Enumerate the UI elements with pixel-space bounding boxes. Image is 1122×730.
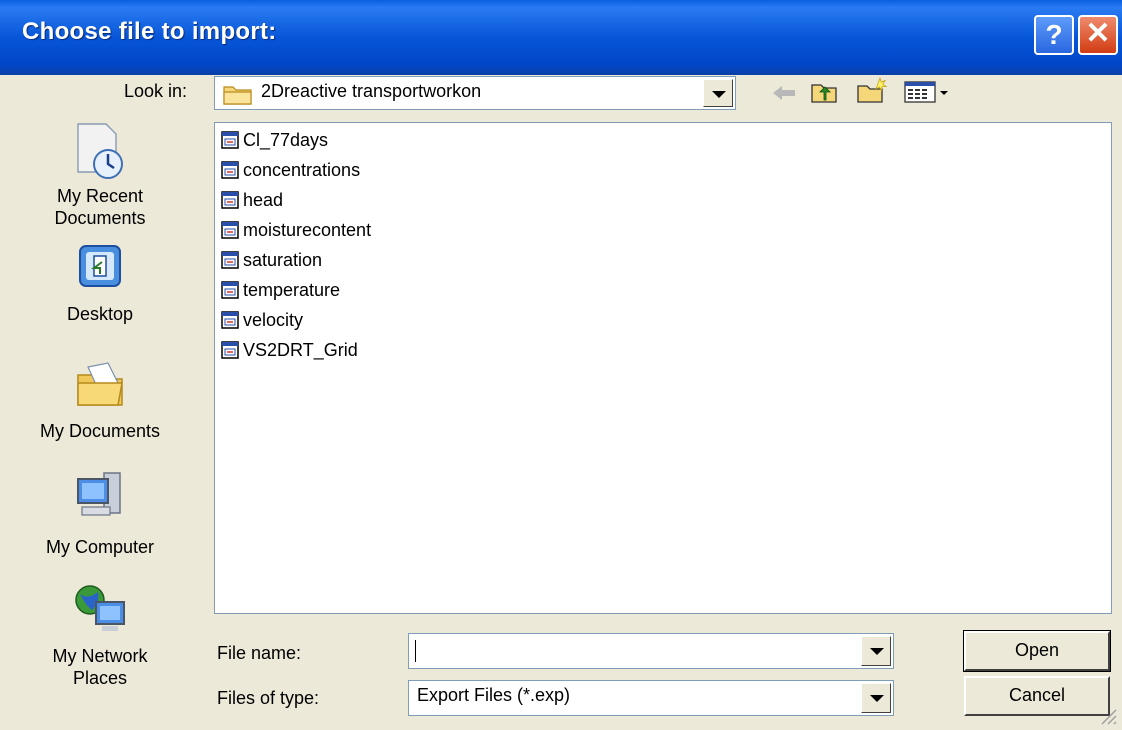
place-label: My Documents — [39, 421, 161, 441]
place-my-computer[interactable]: My Computer — [0, 467, 200, 558]
file-name: Cl_77days — [243, 129, 329, 150]
places-bar: My Recent Documents Desktop My Documents… — [0, 112, 200, 712]
exp-file-icon — [221, 221, 239, 239]
network-places-icon — [75, 585, 125, 631]
exp-file-icon — [221, 311, 239, 329]
place-desktop[interactable]: Desktop — [0, 240, 200, 325]
place-label: Documents — [54, 208, 146, 228]
help-icon: ? — [1045, 19, 1063, 50]
filetype-value: Export Files (*.exp) — [417, 685, 571, 705]
help-button[interactable]: ? — [1034, 15, 1074, 55]
lookin-dropdown-button[interactable] — [703, 79, 733, 107]
file-list[interactable]: Cl_77days concentrations head moistureco… — [214, 122, 1112, 614]
exp-file-icon — [221, 131, 239, 149]
filetype-label: Files of type: — [217, 688, 320, 708]
view-menu-icon[interactable] — [904, 80, 956, 104]
file-item[interactable]: velocity — [221, 305, 303, 335]
desktop-icon — [79, 245, 121, 287]
resize-grip-icon[interactable] — [1096, 704, 1118, 726]
dialog-title: Choose file to import: — [22, 18, 277, 45]
place-label: My Recent — [56, 186, 144, 206]
my-documents-icon — [77, 362, 123, 406]
place-label: Places — [72, 668, 128, 688]
back-arrow-icon[interactable] — [770, 82, 798, 104]
place-my-documents[interactable]: My Documents — [0, 357, 200, 442]
file-name: saturation — [243, 249, 323, 270]
place-network-places[interactable]: My Network Places — [0, 580, 200, 689]
file-name: velocity — [243, 309, 304, 330]
lookin-label: Look in: — [124, 81, 188, 101]
file-item[interactable]: Cl_77days — [221, 125, 328, 155]
close-icon: ✕ — [1085, 17, 1111, 50]
place-label: My Network — [52, 646, 148, 666]
cancel-button[interactable]: Cancel — [964, 676, 1110, 716]
exp-file-icon — [221, 191, 239, 209]
file-item[interactable]: head — [221, 185, 283, 215]
exp-file-icon — [221, 281, 239, 299]
my-computer-icon — [77, 472, 121, 516]
file-name: concentrations — [243, 159, 361, 180]
file-item[interactable]: VS2DRT_Grid — [221, 335, 358, 365]
open-button[interactable]: Open — [963, 630, 1111, 672]
file-item[interactable]: moisturecontent — [221, 215, 371, 245]
file-name: head — [243, 189, 284, 210]
exp-file-icon — [221, 341, 239, 359]
filename-input[interactable] — [408, 633, 894, 669]
place-recent-documents[interactable]: My Recent Documents — [0, 120, 200, 229]
file-name: VS2DRT_Grid — [243, 339, 358, 360]
file-item[interactable]: concentrations — [221, 155, 360, 185]
new-folder-icon[interactable] — [856, 76, 888, 104]
place-label: Desktop — [66, 304, 134, 324]
place-label: My Computer — [45, 537, 155, 557]
exp-file-icon — [221, 161, 239, 179]
filetype-select[interactable]: Export Files (*.exp) — [408, 680, 894, 716]
exp-file-icon — [221, 251, 239, 269]
text-cursor — [415, 640, 416, 662]
close-button[interactable]: ✕ — [1078, 15, 1118, 55]
filename-label: File name: — [217, 643, 302, 663]
file-name: temperature — [243, 279, 341, 300]
file-item[interactable]: temperature — [221, 275, 340, 305]
file-name: moisturecontent — [243, 219, 372, 240]
lookin-value: 2Dreactive transportworkon — [261, 81, 482, 101]
filetype-dropdown-button[interactable] — [861, 683, 891, 713]
filename-dropdown-button[interactable] — [861, 636, 891, 666]
up-folder-icon[interactable] — [810, 80, 838, 104]
folder-icon — [223, 86, 252, 105]
lookin-select[interactable]: 2Dreactive transportworkon — [214, 76, 736, 110]
file-item[interactable]: saturation — [221, 245, 322, 275]
recent-documents-icon — [77, 123, 123, 179]
title-bar: Choose file to import: ? ✕ — [0, 0, 1122, 75]
